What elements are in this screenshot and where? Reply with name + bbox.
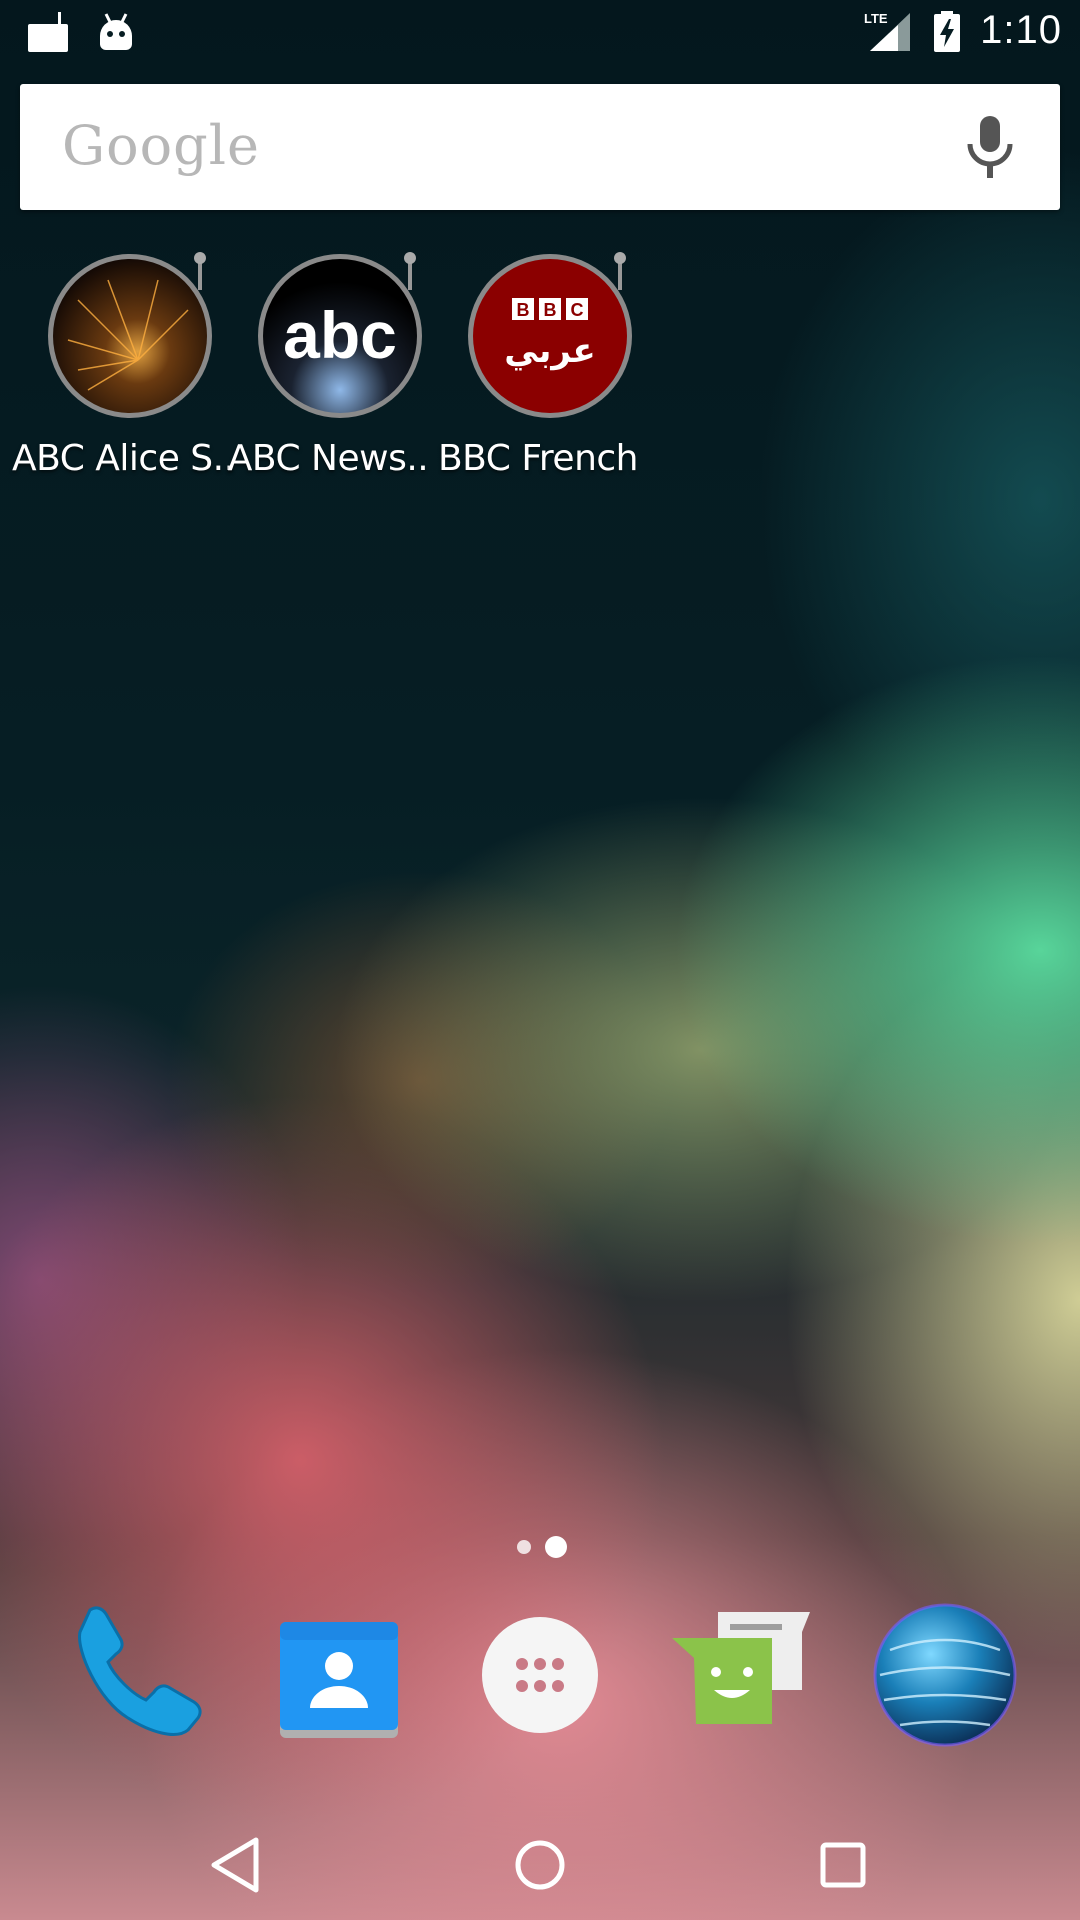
radio-notification-icon: [28, 12, 68, 52]
app-label: ABC Alice S..: [12, 438, 235, 479]
app-shortcut-abc-alice[interactable]: ABC Alice S..: [12, 250, 235, 490]
app-label: ABC News..: [227, 438, 429, 479]
contacts-icon[interactable]: [262, 1600, 412, 1750]
sparks-radio-icon: [48, 252, 212, 418]
battery-charging-icon: [934, 10, 961, 52]
svg-text:عربي: عربي: [504, 331, 596, 371]
lte-signal-icon: LTE: [864, 11, 911, 51]
back-icon[interactable]: [200, 1830, 270, 1900]
svg-text:LTE: LTE: [864, 11, 888, 26]
svg-text:abc: abc: [283, 298, 397, 372]
navigation-bar: [0, 1800, 1080, 1920]
app-shortcut-bbc-french[interactable]: B B C عربي BBC French: [432, 250, 644, 490]
page-dot-2-active: [545, 1536, 567, 1558]
bbc-arabic-radio-icon: B B C عربي: [468, 252, 632, 418]
mic-icon[interactable]: [960, 114, 1020, 180]
app-label: BBC French: [437, 438, 639, 479]
svg-text:B: B: [517, 300, 530, 320]
home-icon[interactable]: [505, 1830, 575, 1900]
messaging-icon[interactable]: [668, 1600, 818, 1750]
clock: 1:10: [980, 8, 1062, 52]
page-indicator: [517, 1536, 567, 1558]
app-shortcut-abc-news[interactable]: abc ABC News..: [222, 250, 434, 490]
svg-text:B: B: [544, 300, 557, 320]
google-search-bar[interactable]: Google: [20, 84, 1060, 210]
globe-browser-icon[interactable]: [870, 1600, 1020, 1750]
page-dot-1: [517, 1540, 531, 1554]
app-drawer-icon[interactable]: [465, 1600, 615, 1750]
status-bar: LTE 1:10: [0, 0, 1080, 64]
recents-icon[interactable]: [808, 1830, 878, 1900]
svg-text:C: C: [571, 300, 584, 320]
abc-logo-radio-icon: abc: [258, 252, 422, 418]
android-notification-icon: [100, 13, 132, 50]
phone-icon[interactable]: [58, 1600, 208, 1750]
google-logo: Google: [62, 114, 260, 177]
